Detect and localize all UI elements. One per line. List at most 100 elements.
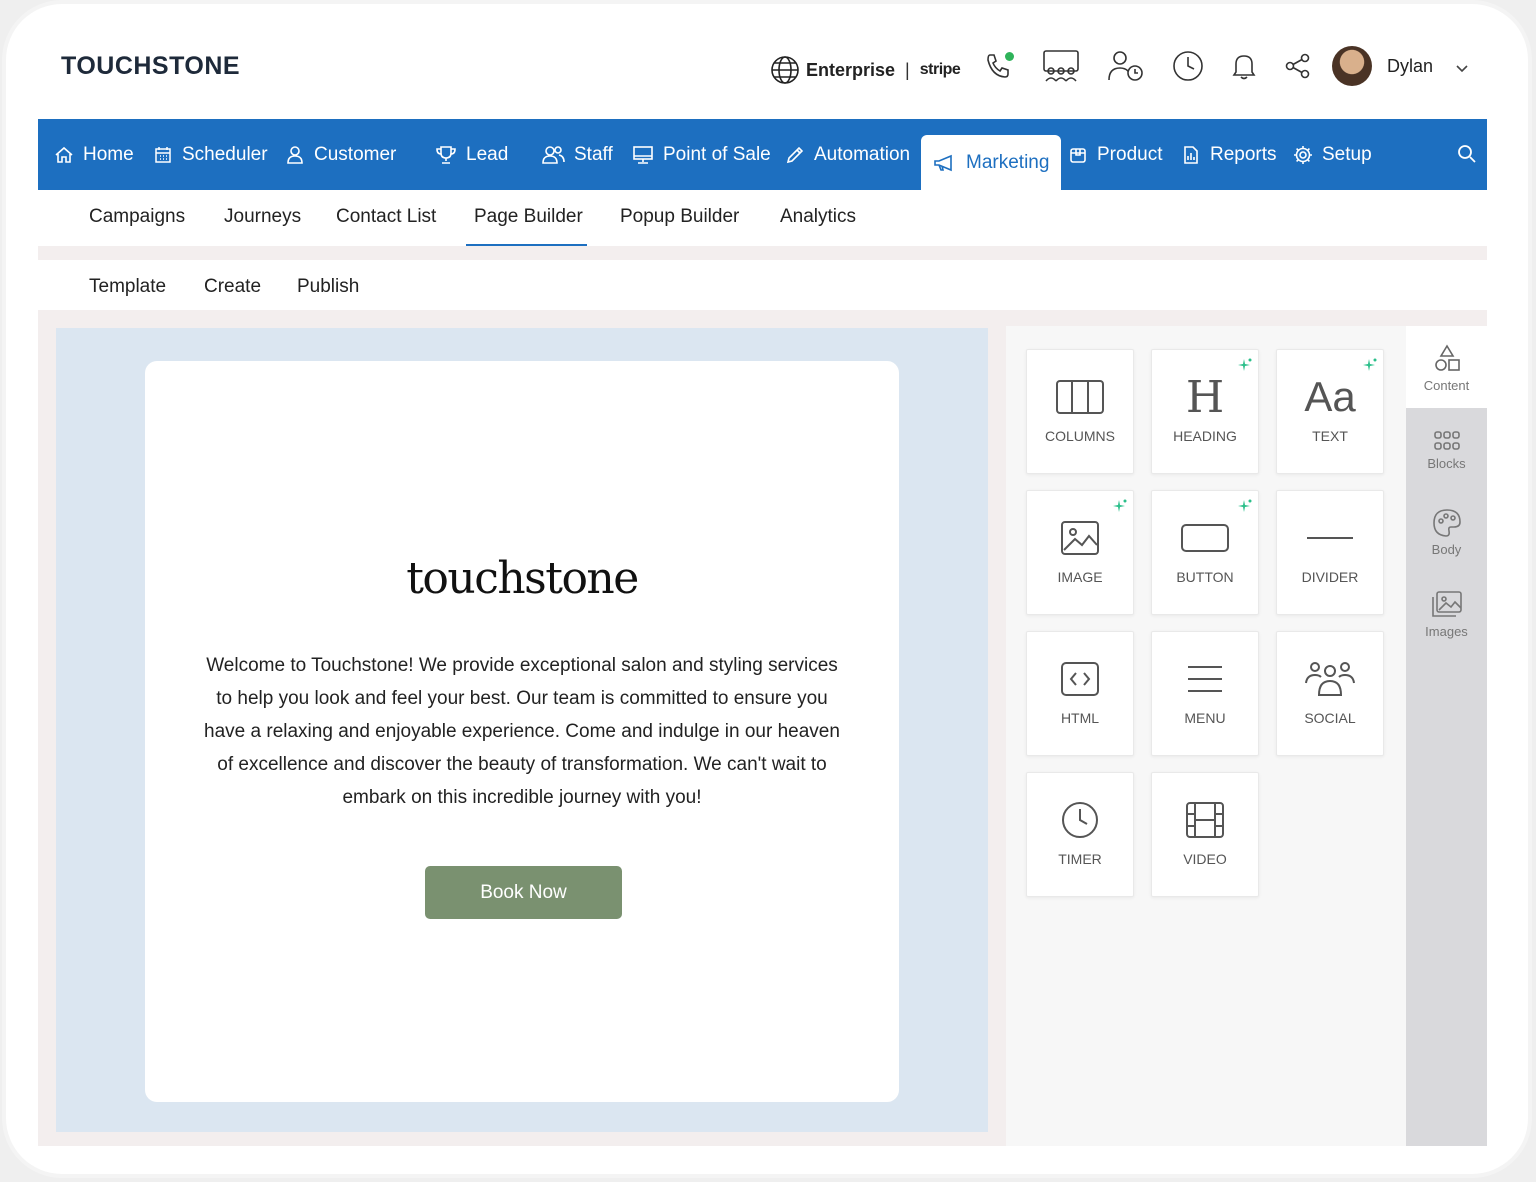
- stripe-label: stripe: [919, 61, 961, 78]
- email-content-card[interactable]: touchstone Welcome to Touchstone! We pro…: [145, 361, 899, 1102]
- calendar-icon: [155, 146, 171, 163]
- rail-label: Body: [1431, 542, 1462, 557]
- block-label: IMAGE: [1057, 569, 1103, 585]
- divider: [38, 246, 1487, 260]
- ai-sparkle-icon: [1238, 358, 1252, 377]
- block-social[interactable]: SOCIAL: [1276, 631, 1384, 756]
- nav-label: Home: [83, 143, 134, 165]
- report-icon: [1184, 145, 1198, 164]
- block-timer[interactable]: TIMER: [1026, 772, 1134, 897]
- block-label: VIDEO: [1183, 851, 1227, 867]
- nav-label: Customer: [314, 143, 397, 165]
- block-label: HTML: [1060, 710, 1100, 726]
- nav-item-home[interactable]: Home: [54, 119, 134, 190]
- tab-campaigns[interactable]: Campaigns: [89, 206, 185, 228]
- person-icon: [287, 145, 303, 164]
- nav-label: Scheduler: [182, 143, 268, 165]
- tab-analytics[interactable]: Analytics: [780, 206, 856, 228]
- rail-label: Content: [1423, 378, 1470, 393]
- tab-page-builder[interactable]: Page Builder: [474, 206, 583, 228]
- step-publish[interactable]: Publish: [297, 276, 359, 298]
- builder-steps: Template Create Publish: [38, 260, 1487, 314]
- online-status-dot: [1005, 52, 1014, 61]
- trophy-icon: [436, 145, 456, 164]
- images-icon: [1431, 591, 1462, 617]
- nav-item-reports[interactable]: Reports: [1181, 119, 1277, 190]
- block-text[interactable]: Aa TEXT: [1276, 349, 1384, 474]
- step-template[interactable]: Template: [89, 276, 166, 298]
- avatar[interactable]: [1332, 46, 1372, 86]
- block-html[interactable]: HTML: [1026, 631, 1134, 756]
- nav-item-customer[interactable]: Customer: [285, 119, 396, 190]
- block-video[interactable]: VIDEO: [1151, 772, 1259, 897]
- box-icon: [1070, 147, 1086, 163]
- social-icon: [1277, 656, 1383, 702]
- video-icon: [1152, 797, 1258, 843]
- nav-item-product[interactable]: Product: [1068, 119, 1162, 190]
- pencil-icon: [786, 146, 804, 163]
- chevron-down-icon[interactable]: [1454, 60, 1470, 81]
- brand-logo: TOUCHSTONE: [61, 52, 241, 80]
- block-divider[interactable]: DIVIDER: [1276, 490, 1384, 615]
- user-name[interactable]: Dylan: [1387, 56, 1433, 77]
- bell-icon[interactable]: [1226, 48, 1262, 84]
- separator: |: [905, 59, 910, 80]
- block-heading[interactable]: H HEADING: [1151, 349, 1259, 474]
- tab-journeys[interactable]: Journeys: [224, 206, 301, 228]
- block-menu[interactable]: MENU: [1151, 631, 1259, 756]
- clock-icon[interactable]: [1170, 48, 1206, 84]
- book-now-button[interactable]: Book Now: [425, 866, 622, 919]
- nav-item-point-of-sale[interactable]: Point of Sale: [632, 119, 771, 190]
- nav-label: Lead: [466, 143, 509, 165]
- block-columns[interactable]: COLUMNS: [1026, 349, 1134, 474]
- divider: [38, 310, 1487, 326]
- block-image[interactable]: IMAGE: [1026, 490, 1134, 615]
- welcome-text[interactable]: Welcome to Touchstone! We provide except…: [200, 649, 844, 814]
- nav-item-setup[interactable]: Setup: [1293, 119, 1372, 190]
- block-label: MENU: [1184, 710, 1226, 726]
- nav-item-marketing[interactable]: Marketing: [921, 135, 1062, 190]
- rail-item-images[interactable]: Images: [1406, 590, 1487, 639]
- group-icon: [542, 145, 565, 164]
- block-label: BUTTON: [1176, 569, 1234, 585]
- html-icon: [1027, 656, 1133, 702]
- tab-contact-list[interactable]: Contact List: [336, 206, 436, 228]
- nav-item-automation[interactable]: Automation: [785, 119, 910, 190]
- block-button[interactable]: BUTTON: [1151, 490, 1259, 615]
- block-label: HEADING: [1173, 428, 1237, 444]
- nav-label: Setup: [1322, 143, 1372, 165]
- rail-item-blocks[interactable]: Blocks: [1406, 430, 1487, 471]
- nav-label: Point of Sale: [663, 143, 771, 165]
- meeting-room-icon[interactable]: [1040, 48, 1082, 84]
- nav-label: Automation: [814, 143, 911, 165]
- phone-icon[interactable]: [980, 48, 1016, 84]
- block-label: TEXT: [1312, 428, 1348, 444]
- block-label: SOCIAL: [1304, 710, 1356, 726]
- step-create[interactable]: Create: [204, 276, 261, 298]
- block-label: DIVIDER: [1301, 569, 1359, 585]
- enterprise-label: Enterprise: [806, 59, 896, 80]
- blocks-grid-icon: [1433, 431, 1460, 450]
- ai-sparkle-icon: [1113, 499, 1127, 518]
- nav-item-staff[interactable]: Staff: [541, 119, 613, 190]
- user-clock-icon[interactable]: [1106, 48, 1146, 84]
- timer-icon: [1027, 797, 1133, 843]
- touchstone-logo: touchstone: [406, 553, 639, 604]
- search-icon[interactable]: [1456, 143, 1478, 170]
- nav-label: Reports: [1210, 143, 1277, 165]
- sub-nav: Campaigns Journeys Contact List Page Bui…: [38, 190, 1487, 248]
- menu-icon: [1152, 656, 1258, 702]
- globe-icon: [770, 55, 800, 85]
- nav-item-lead[interactable]: Lead: [435, 119, 508, 190]
- nav-label: Product: [1097, 143, 1163, 165]
- rail-label: Images: [1425, 624, 1468, 639]
- share-icon[interactable]: [1280, 48, 1316, 84]
- tab-popup-builder[interactable]: Popup Builder: [620, 206, 739, 228]
- palette-icon: [1432, 509, 1461, 537]
- enterprise-switcher[interactable]: Enterprise | stripe: [770, 44, 961, 96]
- nav-item-scheduler[interactable]: Scheduler: [153, 119, 268, 190]
- ai-sparkle-icon: [1238, 499, 1252, 518]
- rail-item-content[interactable]: Content: [1406, 326, 1487, 408]
- editor-side-rail: Content Blocks Body Images: [1406, 326, 1487, 1146]
- rail-item-body[interactable]: Body: [1406, 508, 1487, 557]
